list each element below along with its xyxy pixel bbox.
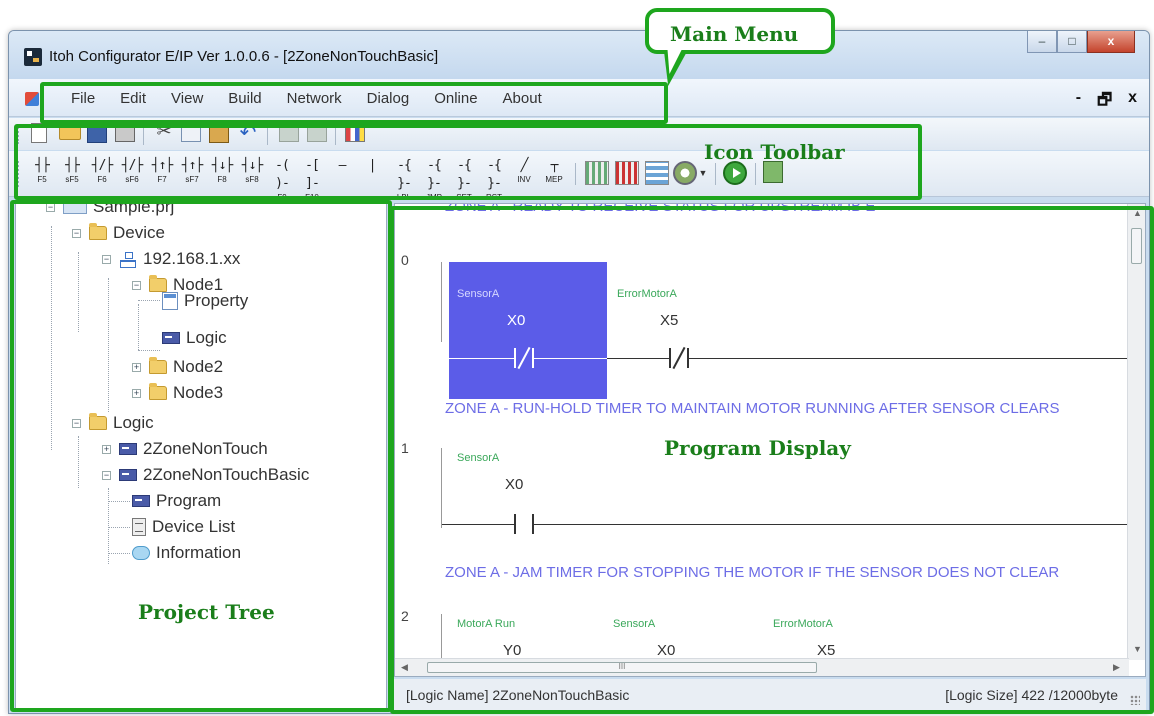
- child-restore-button[interactable]: 🗗: [1097, 89, 1112, 116]
- close-button[interactable]: x: [1087, 31, 1135, 53]
- child-close-button[interactable]: x: [1128, 89, 1137, 116]
- minimize-button[interactable]: –: [1027, 31, 1057, 53]
- window-controls: – □ x: [1027, 31, 1135, 55]
- program-display-highlight: [390, 206, 1154, 714]
- app-logo-icon: [24, 48, 42, 66]
- main-menu-annotation: Main Menu: [670, 22, 799, 46]
- project-tree-highlight: [10, 200, 392, 712]
- main-menu-highlight: [40, 82, 668, 124]
- child-window-controls: - 🗗 x: [1060, 89, 1137, 116]
- window-title: Itoh Configurator E/IP Ver 1.0.0.6 - [2Z…: [49, 48, 439, 65]
- child-minimize-button[interactable]: -: [1076, 89, 1081, 116]
- title-bar: Itoh Configurator E/IP Ver 1.0.0.6 - [2Z…: [9, 31, 1149, 79]
- maximize-button[interactable]: □: [1057, 31, 1087, 53]
- program-display-annotation: Program Display: [664, 436, 851, 460]
- icon-toolbar-annotation: Icon Toolbar: [704, 140, 845, 164]
- document-menu-icon[interactable]: [25, 92, 39, 106]
- project-tree-annotation: Project Tree: [138, 600, 275, 624]
